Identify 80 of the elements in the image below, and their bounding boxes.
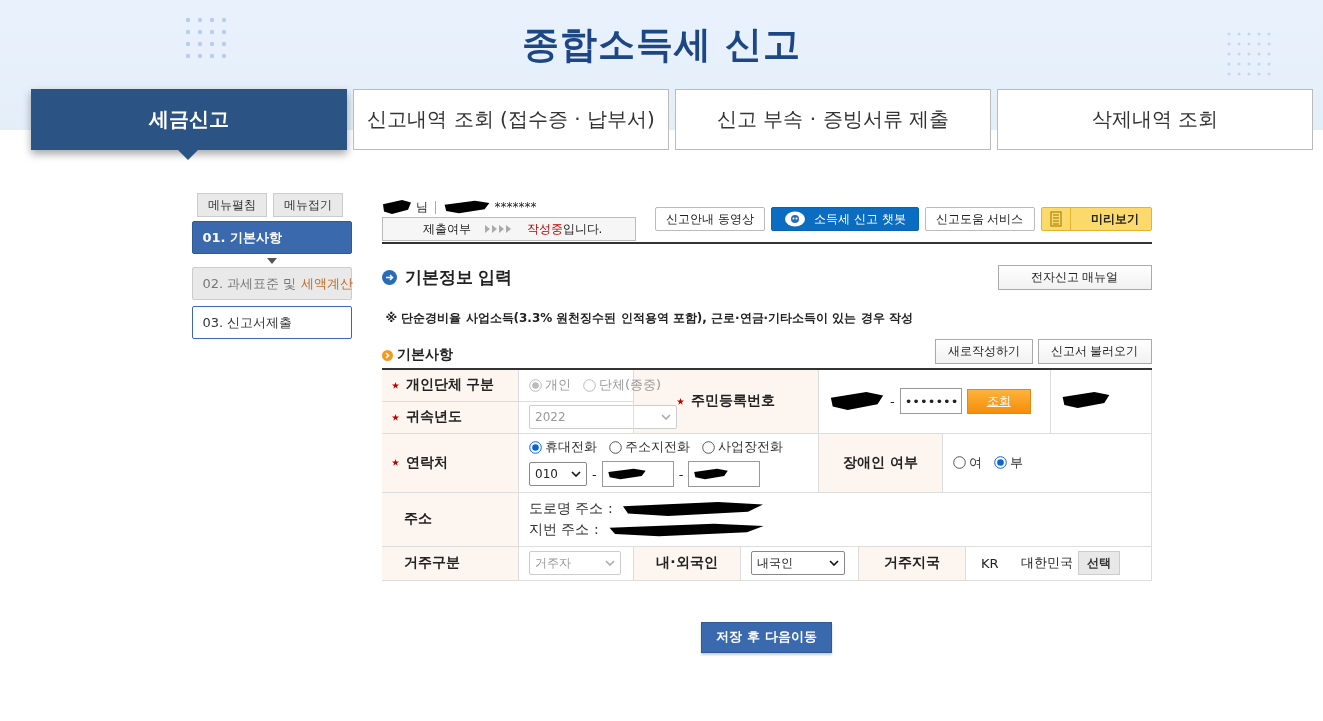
- field-label: 주민등록번호: [691, 392, 775, 409]
- chevron-down-icon: [829, 560, 839, 566]
- section-title: 기본정보 입력: [404, 266, 513, 289]
- radio-label: 사업장전화: [718, 438, 783, 456]
- tab[interactable]: 삭제내역 조회: [997, 89, 1313, 150]
- radio-label: 개인: [545, 376, 571, 395]
- select-button[interactable]: 선택: [1077, 551, 1120, 575]
- radio-label: 부: [1010, 453, 1023, 472]
- radio-button[interactable]: [609, 440, 622, 454]
- redaction-mark: [606, 468, 647, 480]
- menu-button[interactable]: 메뉴펼침: [196, 193, 267, 217]
- document-icon: [1049, 211, 1062, 227]
- radio-label: 휴대전화: [545, 438, 597, 456]
- divider-line: [434, 200, 436, 214]
- required-star-icon: [391, 413, 399, 421]
- status-text: 작성중입니다.: [526, 220, 603, 238]
- action-button[interactable]: 새로작성하기: [934, 339, 1033, 364]
- save-next-button[interactable]: 저장 후 다음이동: [701, 621, 832, 653]
- radio-label: 단체(종중): [599, 376, 662, 395]
- toolbar-button[interactable]: 미리보기: [1040, 207, 1152, 231]
- radio-label: 주소지전화: [625, 438, 690, 456]
- field-label: 거주지국: [884, 554, 940, 570]
- masked-id: *******: [494, 200, 537, 214]
- arrows-icon: [484, 225, 513, 233]
- select-field[interactable]: 010: [529, 462, 587, 486]
- chevron-circle-icon: [381, 349, 393, 361]
- field-label: 개인단체 구분: [405, 376, 495, 393]
- field-label: 거주구분: [403, 554, 460, 570]
- tab-pointer-icon: [177, 149, 199, 160]
- redaction-mark: [442, 200, 491, 214]
- toolbar-button[interactable]: 소득세 신고 챗봇: [771, 207, 919, 231]
- page-title: 종합소득세 신고: [521, 21, 802, 68]
- field-label: 내·외국인: [656, 554, 718, 570]
- required-star-icon: [677, 397, 684, 405]
- phone-field[interactable]: [688, 461, 761, 487]
- redaction-mark: [829, 391, 885, 412]
- radio-button[interactable]: [529, 440, 542, 454]
- user-name: 님: [415, 198, 428, 216]
- field-label: 주소: [403, 510, 432, 526]
- rrn-field[interactable]: •••••••: [899, 388, 962, 415]
- toolbar-button[interactable]: 신고도움 서비스: [924, 207, 1035, 231]
- field-label: 귀속년도: [405, 408, 462, 424]
- arrow-circle-icon: [381, 270, 397, 285]
- phone-field[interactable]: [601, 461, 674, 487]
- radio-label: 여: [969, 453, 982, 472]
- status-label: 제출여부: [422, 220, 471, 238]
- separator-text: -: [678, 466, 684, 482]
- country-name: 대한민국: [1020, 554, 1073, 572]
- step-item[interactable]: 03. 신고서제출: [191, 306, 352, 339]
- step-item[interactable]: 01. 기본사항: [191, 221, 352, 254]
- radio-button[interactable]: [953, 456, 966, 469]
- redaction-mark: [693, 468, 730, 480]
- radio-button[interactable]: [994, 456, 1007, 469]
- field-label: 연락처: [405, 453, 448, 470]
- manual-button[interactable]: 전자신고 매뉴얼: [997, 265, 1152, 290]
- chevron-down-icon: [661, 414, 671, 420]
- separator-text: -: [592, 466, 597, 482]
- notice-text: ※ 단순경비율 사업소득(3.3% 원천징수된 인적용역 포함), 근로·연금·기타소득이 있는 경우 작성: [385, 310, 914, 327]
- required-star-icon: [391, 381, 399, 389]
- tab[interactable]: 신고내역 조회 (접수증 · 납부서): [353, 89, 669, 150]
- chevron-down-icon: [571, 471, 581, 477]
- select-field[interactable]: 내국인: [751, 551, 845, 575]
- action-button[interactable]: 신고서 불러오기: [1037, 339, 1152, 364]
- lot-address-label: 지번 주소 :: [529, 520, 599, 539]
- required-star-icon: [391, 459, 399, 466]
- menu-button[interactable]: 메뉴접기: [272, 193, 343, 217]
- country-code: KR: [981, 555, 999, 571]
- toolbar-button[interactable]: 신고안내 동영상: [655, 207, 766, 231]
- down-arrow-icon: [266, 258, 277, 264]
- tab[interactable]: 신고 부속 · 증빙서류 제출: [675, 89, 991, 150]
- dot-pattern-drawing: [184, 16, 228, 60]
- radio-button[interactable]: [702, 440, 715, 454]
- road-address-label: 도로명 주소 :: [529, 499, 613, 518]
- chevron-down-icon: [605, 560, 615, 566]
- chatbot-icon: [784, 211, 807, 227]
- subsection-title: 기본사항: [396, 346, 453, 364]
- separator-text: -: [890, 393, 895, 409]
- field-label: 장애인 여부: [843, 453, 918, 470]
- redaction-mark: [1061, 390, 1111, 409]
- redaction-mark: [381, 199, 412, 215]
